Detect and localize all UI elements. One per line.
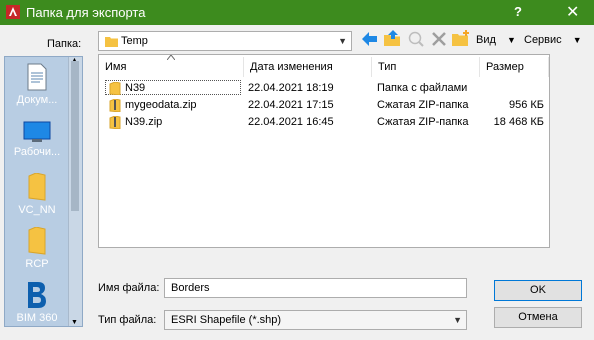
folder-icon — [28, 227, 46, 255]
file-row[interactable]: mygeodata.zip 22.04.2021 17:15 Сжатая ZI… — [99, 97, 549, 114]
tools-label: Сервис — [524, 34, 562, 46]
delete-icon[interactable] — [432, 32, 446, 46]
up-folder-icon[interactable] — [384, 30, 402, 47]
places-bar: Докум... Рабочи... VC_NN RCP BIM 360 ▲ ▼ — [4, 56, 83, 327]
chevron-down-icon: ▼ — [506, 35, 516, 45]
place-label: Докум... — [16, 94, 58, 106]
file-date: 22.04.2021 17:15 — [248, 99, 334, 111]
filename-value: Borders — [171, 282, 210, 294]
folder-icon — [109, 82, 121, 95]
place-label: Рабочи... — [13, 146, 61, 158]
file-list[interactable]: Имя Дата изменения Тип Размер N39 22.04.… — [98, 54, 550, 248]
file-size: 956 КБ — [508, 99, 544, 111]
window-title: Папка для экспорта — [26, 5, 146, 20]
file-date: 22.04.2021 16:45 — [248, 116, 334, 128]
place-label: BIM 360 — [16, 312, 58, 324]
filetype-label: Тип файла: — [98, 314, 157, 326]
file-name: N39.zip — [125, 116, 163, 128]
place-desktop[interactable]: Рабочи... — [5, 121, 69, 158]
place-rcp[interactable]: RCP — [5, 227, 69, 270]
zip-folder-icon — [109, 99, 121, 112]
folder-combo[interactable]: Temp ▼ — [98, 31, 352, 51]
document-icon — [27, 63, 47, 91]
scroll-down-icon[interactable]: ▼ — [71, 319, 78, 326]
folder-label: Папка: — [47, 38, 82, 50]
filename-label: Имя файла: — [98, 282, 160, 294]
back-icon[interactable] — [362, 32, 378, 46]
file-name: N39 — [125, 82, 146, 94]
filetype-select[interactable]: ESRI Shapefile (*.shp) ▼ — [164, 310, 467, 330]
scroll-thumb[interactable] — [71, 61, 79, 211]
help-button[interactable]: ? — [514, 4, 522, 19]
column-header-date[interactable]: Дата изменения — [244, 57, 372, 77]
places-scrollbar[interactable]: ▲ ▼ — [68, 57, 82, 326]
folder-icon — [28, 173, 46, 201]
filename-input[interactable]: Borders — [164, 278, 467, 298]
folder-value: Temp — [121, 35, 148, 47]
place-label: RCP — [25, 258, 49, 270]
chevron-down-icon: ▼ — [572, 35, 582, 45]
file-type: Сжатая ZIP-папка — [377, 116, 469, 128]
view-label: Вид — [476, 34, 496, 46]
tools-menu[interactable]: Сервис ▼ — [524, 34, 582, 46]
file-name: mygeodata.zip — [125, 99, 197, 111]
ok-button[interactable]: OK — [494, 280, 582, 301]
file-type: Папка с файлами — [377, 82, 468, 94]
folder-icon — [105, 37, 118, 47]
title-bar: Папка для экспорта ? ✕ — [0, 0, 594, 25]
chevron-down-icon: ▼ — [338, 36, 347, 46]
column-header-type[interactable]: Тип — [372, 57, 480, 77]
zip-folder-icon — [109, 116, 121, 129]
file-row[interactable]: N39 22.04.2021 18:19 Папка с файлами — [99, 80, 549, 97]
place-bim360[interactable]: BIM 360 — [5, 281, 69, 324]
cancel-button[interactable]: Отмена — [494, 307, 582, 328]
bim360-icon — [28, 282, 46, 308]
column-header-size[interactable]: Размер — [480, 57, 549, 77]
file-row[interactable]: N39.zip 22.04.2021 16:45 Сжатая ZIP-папк… — [99, 114, 549, 131]
new-folder-icon[interactable] — [452, 30, 470, 47]
column-header-name[interactable]: Имя — [99, 57, 244, 77]
file-type: Сжатая ZIP-папка — [377, 99, 469, 111]
filetype-value: ESRI Shapefile (*.shp) — [171, 314, 282, 326]
view-menu[interactable]: Вид ▼ — [476, 34, 516, 46]
close-button[interactable]: ✕ — [566, 2, 579, 22]
place-vc-nn[interactable]: VC_NN — [5, 173, 69, 216]
chevron-down-icon: ▼ — [453, 315, 462, 325]
place-documents[interactable]: Докум... — [5, 63, 69, 106]
file-date: 22.04.2021 18:19 — [248, 82, 334, 94]
app-icon — [6, 5, 20, 19]
file-size: 18 468 КБ — [493, 116, 544, 128]
search-web-icon[interactable] — [408, 31, 424, 47]
desktop-icon — [23, 121, 51, 142]
place-label: VC_NN — [18, 204, 56, 216]
